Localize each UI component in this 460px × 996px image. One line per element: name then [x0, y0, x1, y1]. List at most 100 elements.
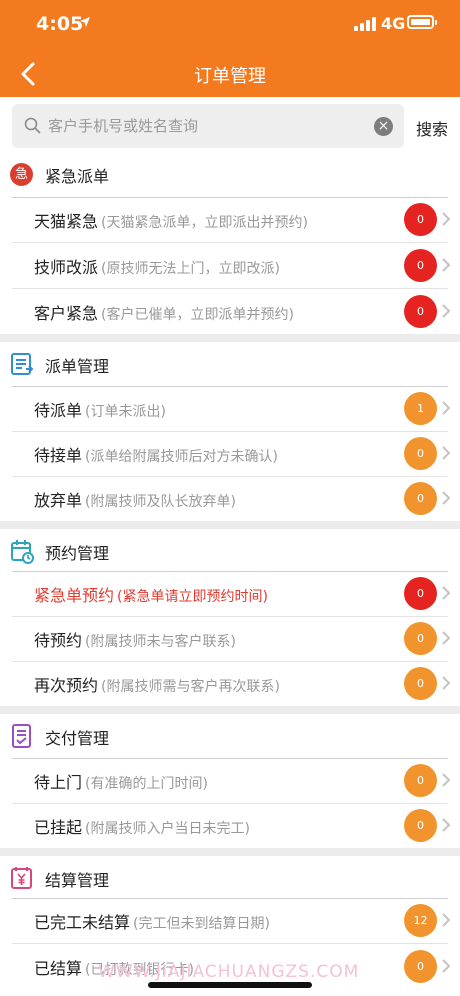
count-badge: 0 — [404, 437, 437, 470]
delivery-doc-icon — [12, 724, 31, 748]
count-badge: 0 — [404, 249, 437, 282]
count-badge: 0 — [404, 667, 437, 700]
chevron-right-icon — [442, 586, 451, 600]
list-item-completed-unsettled[interactable]: 已完工未结算 (完工但未到结算日期) 12 — [0, 898, 460, 943]
search-button[interactable]: 搜索 — [416, 116, 448, 140]
item-desc: (完工但未到结算日期) — [133, 916, 270, 932]
status-time: 4:05 — [36, 13, 84, 35]
chevron-right-icon — [442, 959, 451, 973]
list-item-pending-accept[interactable]: 待接单 (派单给附属技师后对方未确认) 0 — [0, 431, 460, 476]
count-badge: 12 — [404, 904, 437, 937]
list-item-urgent-appointment[interactable]: 紧急单预约 (紧急单请立即预约时间) 0 — [0, 571, 460, 616]
clear-icon[interactable]: × — [374, 117, 393, 136]
count-badge: 0 — [404, 482, 437, 515]
chevron-right-icon — [442, 913, 451, 927]
section-title: 结算管理 — [45, 871, 110, 890]
section-urgent-dispatch: 急 紧急派单 — [0, 152, 460, 196]
item-desc: (有准确的上门时间) — [85, 776, 208, 792]
app-header: 4:05 4G 订单管理 — [0, 0, 460, 97]
count-badge: 0 — [404, 622, 437, 655]
item-label: 待上门 (有准确的上门时间) — [34, 769, 208, 793]
list-item-tmall-urgent[interactable]: 天猫紧急 (天猫紧急派单，立即派出并预约) 0 — [0, 197, 460, 242]
list-item-pending-dispatch[interactable]: 待派单 (订单未派出) 1 — [0, 386, 460, 431]
list-item-pending-appointment[interactable]: 待预约 (附属技师未与客户联系) 0 — [0, 616, 460, 661]
count-badge: 1 — [404, 392, 437, 425]
item-desc: (紧急单请立即预约时间) — [117, 589, 268, 605]
calendar-icon — [11, 540, 34, 564]
item-title: 待派单 — [34, 401, 83, 420]
item-label: 已挂起 (附属技师入户当日未完工) — [34, 814, 250, 838]
item-label: 客户紧急 (客户已催单，立即派单并预约) — [34, 300, 294, 324]
watermark-text: WWW.JIAJIACHUANGZS.COM — [98, 962, 360, 982]
list-item-abandoned[interactable]: 放弃单 (附属技师及队长放弃单) 0 — [0, 476, 460, 521]
network-type: 4G — [381, 14, 406, 33]
urgent-icon: 急 — [10, 163, 33, 186]
item-title: 已挂起 — [34, 818, 83, 837]
chevron-right-icon — [442, 773, 451, 787]
item-title: 紧急单预约 — [34, 586, 115, 605]
item-title: 技师改派 — [34, 258, 99, 277]
chevron-right-icon — [442, 676, 451, 690]
item-label: 待派单 (订单未派出) — [34, 397, 166, 421]
item-desc: (附属技师入户当日未完工) — [85, 821, 250, 837]
search-icon — [24, 117, 41, 134]
item-desc: (天猫紧急派单，立即派出并预约) — [101, 215, 308, 231]
battery-icon — [407, 15, 437, 29]
item-desc: (订单未派出) — [85, 404, 166, 420]
section-dispatch-management: 派单管理 — [0, 342, 460, 386]
list-item-customer-urgent[interactable]: 客户紧急 (客户已催单，立即派单并预约) 0 — [0, 289, 460, 334]
item-title: 待接单 — [34, 446, 83, 465]
item-label: 紧急单预约 (紧急单请立即预约时间) — [34, 582, 268, 606]
item-title: 已完工未结算 — [34, 913, 131, 932]
chevron-right-icon — [442, 818, 451, 832]
item-title: 待上门 — [34, 773, 83, 792]
list-item-tech-reassign[interactable]: 技师改派 (原技师无法上门，立即改派) 0 — [0, 243, 460, 288]
section-title: 紧急派单 — [45, 167, 110, 186]
item-label: 已完工未结算 (完工但未到结算日期) — [34, 909, 270, 933]
list-item-suspended[interactable]: 已挂起 (附属技师入户当日未完工) 0 — [0, 803, 460, 848]
item-label: 放弃单 (附属技师及队长放弃单) — [34, 487, 236, 511]
section-title: 预约管理 — [45, 544, 110, 563]
chevron-right-icon — [442, 401, 451, 415]
count-badge: 0 — [404, 950, 437, 983]
search-input[interactable] — [48, 110, 358, 142]
item-title: 已结算 — [34, 959, 83, 978]
settlement-yen-icon — [11, 867, 32, 889]
dispatch-list-icon — [11, 353, 34, 375]
item-label: 再次预约 (附属技师需与客户再次联系) — [34, 672, 280, 696]
chevron-right-icon — [442, 631, 451, 645]
signal-icon — [354, 17, 378, 31]
section-settlement-management: 结算管理 — [0, 856, 460, 900]
location-arrow-icon — [80, 17, 90, 27]
chevron-right-icon — [442, 258, 451, 272]
section-title: 派单管理 — [45, 357, 110, 376]
item-desc: (附属技师未与客户联系) — [85, 634, 236, 650]
chevron-right-icon — [442, 304, 451, 318]
chevron-right-icon — [442, 212, 451, 226]
item-desc: (原技师无法上门，立即改派) — [101, 261, 280, 277]
home-indicator[interactable] — [148, 982, 312, 988]
count-badge: 0 — [404, 577, 437, 610]
section-title: 交付管理 — [45, 729, 110, 748]
item-desc: (派单给附属技师后对方未确认) — [85, 449, 278, 465]
section-delivery-management: 交付管理 — [0, 714, 460, 758]
item-title: 待预约 — [34, 631, 83, 650]
list-item-pending-visit[interactable]: 待上门 (有准确的上门时间) 0 — [0, 758, 460, 803]
item-label: 技师改派 (原技师无法上门，立即改派) — [34, 254, 280, 278]
section-appointment-management: 预约管理 — [0, 529, 460, 573]
chevron-right-icon — [442, 491, 451, 505]
item-title: 天猫紧急 — [34, 212, 99, 231]
item-label: 待接单 (派单给附属技师后对方未确认) — [34, 442, 278, 466]
list-item-reappointment[interactable]: 再次预约 (附属技师需与客户再次联系) 0 — [0, 661, 460, 706]
item-desc: (附属技师需与客户再次联系) — [101, 679, 280, 695]
item-title: 客户紧急 — [34, 304, 99, 323]
item-label: 天猫紧急 (天猫紧急派单，立即派出并预约) — [34, 208, 308, 232]
item-label: 待预约 (附属技师未与客户联系) — [34, 627, 236, 651]
item-desc: (客户已催单，立即派单并预约) — [101, 307, 294, 323]
count-badge: 0 — [404, 203, 437, 236]
chevron-right-icon — [442, 446, 451, 460]
item-desc: (附属技师及队长放弃单) — [85, 494, 236, 510]
item-title: 再次预约 — [34, 676, 99, 695]
count-badge: 0 — [404, 809, 437, 842]
count-badge: 0 — [404, 764, 437, 797]
